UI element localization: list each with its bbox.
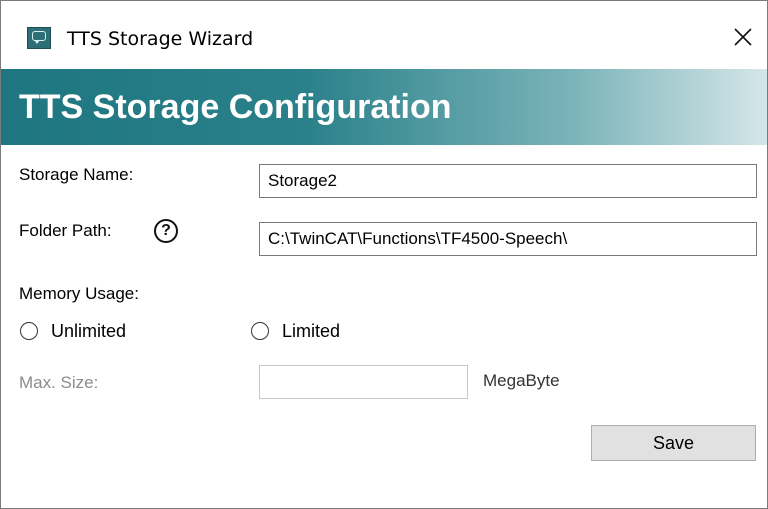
storage-name-input[interactable]: Storage2 (259, 164, 757, 198)
radio-limited[interactable]: Limited (251, 319, 340, 343)
tts-storage-wizard-window: TTS Storage Wizard TTS Storage Configura… (0, 0, 768, 509)
storage-name-label: Storage Name: (19, 165, 134, 184)
radio-limited-label: Limited (282, 321, 341, 341)
title-bar: TTS Storage Wizard (1, 1, 767, 69)
max-size-unit-label: MegaByte (483, 371, 560, 390)
radio-unlimited[interactable]: Unlimited (20, 319, 126, 343)
save-button[interactable]: Save (591, 425, 756, 461)
folder-path-input[interactable]: C:\TwinCAT\Functions\TF4500-Speech\ (259, 222, 757, 256)
speech-bubble-icon (27, 27, 51, 49)
radio-unlimited-circle[interactable] (20, 322, 38, 340)
help-icon[interactable]: ? (154, 219, 178, 243)
close-icon (734, 28, 752, 46)
banner-title: TTS Storage Configuration (19, 88, 452, 126)
window-title: TTS Storage Wizard (67, 28, 254, 50)
folder-path-label: Folder Path: (19, 221, 112, 240)
radio-limited-circle[interactable] (251, 322, 269, 340)
close-button[interactable] (719, 15, 767, 59)
radio-unlimited-label: Unlimited (51, 321, 127, 341)
header-banner: TTS Storage Configuration (1, 69, 767, 145)
memory-usage-label: Memory Usage: (19, 284, 139, 303)
max-size-input[interactable] (259, 365, 468, 399)
max-size-label: Max. Size: (19, 373, 99, 392)
